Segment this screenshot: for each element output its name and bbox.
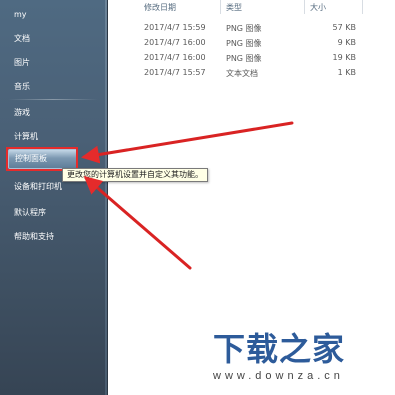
arrow-upper bbox=[81, 121, 294, 164]
file-size: 19 KB bbox=[332, 53, 356, 62]
column-separator[interactable] bbox=[220, 0, 221, 14]
file-date: 2017/4/7 16:00 bbox=[144, 53, 206, 62]
column-separator[interactable] bbox=[304, 0, 305, 14]
menu-divider bbox=[8, 99, 98, 100]
watermark-url: www.downza.cn bbox=[213, 370, 344, 382]
menu-item-default-programs[interactable]: 默认程序 bbox=[14, 208, 46, 218]
tooltip: 更改您的计算机设置并自定义其功能。 bbox=[62, 168, 208, 182]
file-date: 2017/4/7 16:00 bbox=[144, 38, 206, 47]
column-header-date[interactable]: 修改日期 bbox=[144, 2, 176, 13]
column-header-type[interactable]: 类型 bbox=[226, 2, 242, 13]
menu-item-music[interactable]: 音乐 bbox=[14, 82, 30, 92]
watermark-title: 下载之家 bbox=[213, 330, 346, 368]
file-size: 1 KB bbox=[337, 68, 356, 77]
file-type: PNG 图像 bbox=[226, 24, 262, 33]
menu-item-documents[interactable]: 文档 bbox=[14, 34, 30, 44]
file-type: 文本文档 bbox=[226, 69, 258, 78]
menu-item-computer[interactable]: 计算机 bbox=[14, 132, 38, 142]
menu-item-games[interactable]: 游戏 bbox=[14, 108, 30, 118]
watermark: 下载之家 www.downza.cn bbox=[185, 312, 395, 395]
menu-item-pictures[interactable]: 图片 bbox=[14, 58, 30, 68]
menu-item-user[interactable]: my bbox=[14, 10, 27, 20]
file-date: 2017/4/7 15:57 bbox=[144, 68, 206, 77]
column-separator[interactable] bbox=[362, 0, 363, 14]
file-size: 9 KB bbox=[337, 38, 356, 47]
menu-item-devices-printers[interactable]: 设备和打印机 bbox=[14, 182, 62, 192]
menu-item-help-support[interactable]: 帮助和支持 bbox=[14, 232, 54, 242]
file-size: 57 KB bbox=[332, 23, 356, 32]
file-type: PNG 图像 bbox=[226, 39, 262, 48]
file-date: 2017/4/7 15:59 bbox=[144, 23, 206, 32]
column-header-size[interactable]: 大小 bbox=[310, 2, 326, 13]
file-type: PNG 图像 bbox=[226, 54, 262, 63]
start-menu-pane: my 文档 图片 音乐 游戏 计算机 控制面板 设备和打印机 默认程序 帮助和支… bbox=[0, 0, 108, 395]
